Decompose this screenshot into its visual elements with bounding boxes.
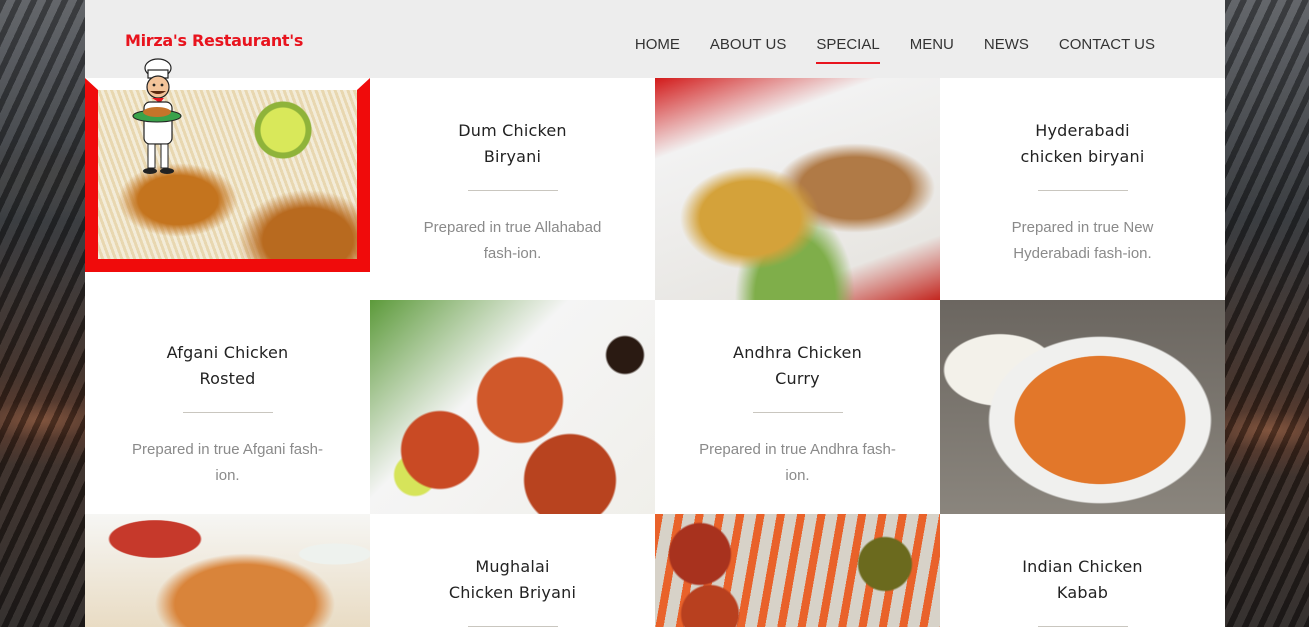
divider [1037, 190, 1128, 191]
dish-image-roasted-chicken-tray[interactable] [655, 514, 940, 627]
dish-card-hyderabadi-chicken-biryani[interactable]: Hyderabadi chicken biryani Prepared in tr… [940, 78, 1225, 300]
dish-title: Indian Chicken Kabab [1022, 557, 1143, 602]
divider [182, 412, 273, 413]
nav-news[interactable]: NEWS [984, 36, 1029, 63]
nav-home[interactable]: HOME [635, 36, 680, 63]
dish-image-dum-chicken-biryani[interactable] [85, 78, 370, 272]
nav-menu[interactable]: MENU [910, 36, 954, 63]
dish-description: Prepared in true New Hyderabadi fash-ion. [1011, 219, 1154, 262]
dish-description: Prepared in true Andhra fash-ion. [699, 441, 896, 484]
nav-special[interactable]: SPECIAL [816, 36, 881, 64]
dish-image-butter-chicken[interactable] [940, 300, 1225, 514]
site-header: Mirza's Restaurant's HOME ABOUT US SPECI… [85, 0, 1225, 78]
nav-about-us[interactable]: ABOUT US [710, 36, 786, 63]
dish-image-mughalai-biryani[interactable] [85, 514, 370, 627]
dish-card-andhra-chicken-curry[interactable]: Andhra Chicken Curry Prepared in true And… [655, 300, 940, 514]
dish-image-tandoori-chicken[interactable] [370, 300, 655, 514]
divider [467, 190, 558, 191]
dish-card-mughalai-chicken-briyani[interactable]: Mughalai Chicken Briyani [370, 514, 655, 627]
dish-title: Afgani Chicken Rosted [166, 343, 289, 388]
dish-card-indian-chicken-kabab[interactable]: Indian Chicken Kabab [940, 514, 1225, 627]
dish-title: Mughalai Chicken Briyani [448, 557, 577, 602]
chef-mascot-icon [132, 58, 182, 174]
dish-card-dum-chicken-biryani[interactable]: Dum Chicken Biryani Prepared in true Alla… [370, 78, 655, 300]
dish-image-chicken-tikka-plate[interactable] [655, 78, 940, 300]
page-container: Mirza's Restaurant's HOME ABOUT US SPECI… [85, 0, 1225, 627]
dish-card-afgani-chicken-rosted[interactable]: Afgani Chicken Rosted Prepared in true Af… [85, 300, 370, 514]
background-grill-right [1225, 0, 1309, 627]
dish-title: Dum Chicken Biryani [458, 121, 567, 166]
nav-contact-us[interactable]: CONTACT US [1059, 36, 1155, 63]
dish-title: Hyderabadi chicken biryani [1020, 121, 1145, 166]
brand-logo[interactable]: Mirza's Restaurant's [125, 31, 303, 50]
background-grill-left [0, 0, 85, 627]
dish-description: Prepared in true Allahabad fash-ion. [423, 219, 602, 262]
dish-title: Andhra Chicken Curry [733, 343, 862, 388]
main-nav: HOME ABOUT US SPECIAL MENU NEWS CONTACT … [635, 36, 1155, 64]
divider [752, 412, 843, 413]
dish-description: Prepared in true Afgani fash-ion. [132, 441, 323, 484]
